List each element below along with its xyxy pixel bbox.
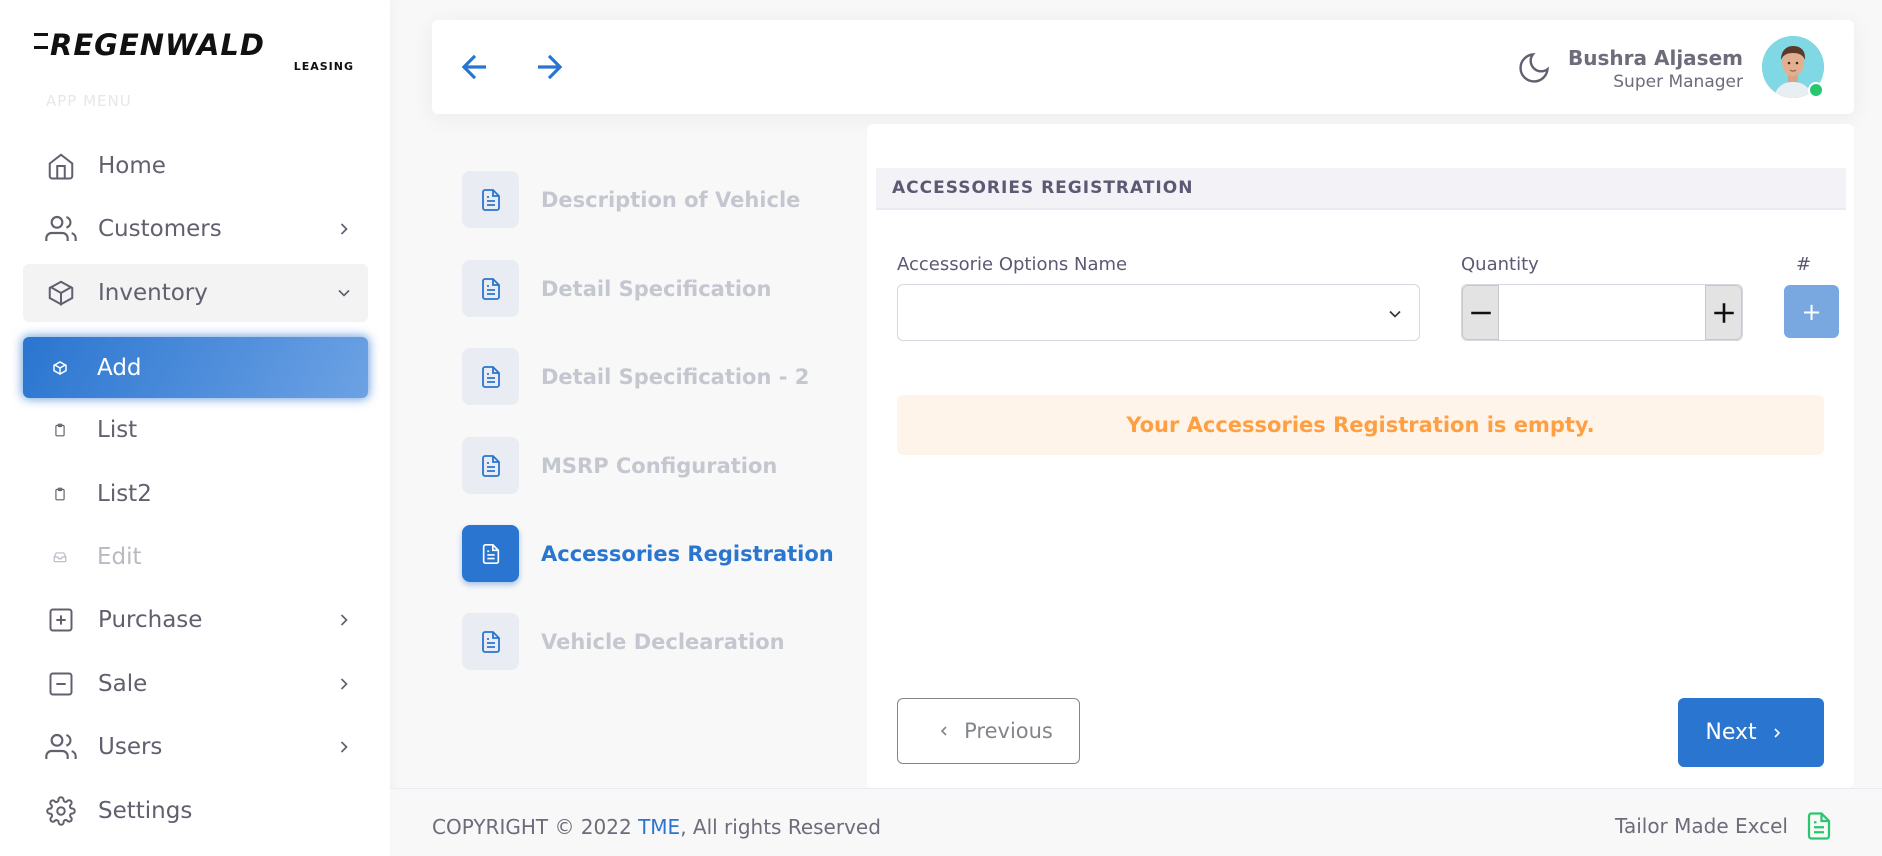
sidebar-item-list2[interactable]: List2 xyxy=(23,465,368,523)
file-text-icon xyxy=(462,260,519,317)
brand-name: REGENWALD xyxy=(34,30,354,60)
step-accessories-registration[interactable]: Accessories Registration xyxy=(462,525,834,582)
file-text-icon xyxy=(462,348,519,405)
footer-brand-text: Tailor Made Excel xyxy=(1615,814,1788,838)
sidebar-item-label: List2 xyxy=(97,481,152,507)
plus-square-icon xyxy=(45,604,77,636)
sidebar-item-list[interactable]: List xyxy=(23,401,368,459)
chevron-right-icon xyxy=(340,678,348,690)
step-label: Description of Vehicle xyxy=(541,187,801,212)
sidebar-item-settings[interactable]: Settings xyxy=(23,782,368,840)
chevron-down-icon xyxy=(1389,310,1401,318)
chevron-left-icon xyxy=(940,726,947,736)
add-symbol: + xyxy=(1801,297,1822,326)
top-navbar: Bushra Aljasem Super Manager xyxy=(432,20,1854,114)
empty-message: Your Accessories Registration is empty. xyxy=(1126,413,1595,437)
file-text-icon xyxy=(462,171,519,228)
minus-icon xyxy=(1470,311,1491,314)
step-label: MSRP Configuration xyxy=(541,453,778,478)
user-role: Super Manager xyxy=(1613,72,1743,92)
moon-icon[interactable] xyxy=(1516,50,1552,86)
chevron-down-icon xyxy=(338,289,350,297)
sidebar-item-label: Inventory xyxy=(98,280,208,306)
sidebar-item-label: Users xyxy=(98,734,163,760)
footer: COPYRIGHT © 2022 TME, All rights Reserve… xyxy=(390,788,1882,856)
footer-brand: Tailor Made Excel xyxy=(1615,809,1834,843)
file-text-icon xyxy=(462,437,519,494)
sidebar-item-add[interactable]: Add xyxy=(23,337,368,398)
file-text-icon xyxy=(462,613,519,670)
arrow-right-icon[interactable] xyxy=(530,48,568,86)
sidebar-item-label: Settings xyxy=(98,798,193,824)
sidebar: REGENWALD LEASING APP MENU Home Customer… xyxy=(0,0,390,856)
chevron-right-icon xyxy=(340,741,348,753)
next-button[interactable]: Next xyxy=(1678,698,1824,767)
sidebar-item-label: List xyxy=(97,417,138,443)
box-icon xyxy=(45,277,77,309)
users-icon xyxy=(45,731,77,763)
online-status-dot xyxy=(1808,82,1824,98)
sidebar-item-sale[interactable]: Sale xyxy=(23,655,368,713)
sidebar-item-inventory[interactable]: Inventory xyxy=(23,264,368,322)
box-icon xyxy=(49,352,71,384)
increment-button[interactable] xyxy=(1705,285,1742,340)
menu-header: APP MENU xyxy=(46,92,132,110)
arrow-left-icon[interactable] xyxy=(456,48,494,86)
sidebar-item-label: Customers xyxy=(98,216,222,242)
plus-icon xyxy=(1713,302,1734,323)
copyright: COPYRIGHT © 2022 TME, All rights Reserve… xyxy=(432,815,881,839)
copyright-link[interactable]: TME xyxy=(638,815,680,839)
sidebar-item-purchase[interactable]: Purchase xyxy=(23,591,368,649)
step-vehicle-declaration[interactable]: Vehicle Declearation xyxy=(462,613,785,670)
quantity-label: Quantity xyxy=(1461,254,1539,275)
sidebar-item-label: Purchase xyxy=(98,607,203,633)
step-label: Accessories Registration xyxy=(541,541,834,566)
step-detail-specification-2[interactable]: Detail Specification - 2 xyxy=(462,348,809,405)
accessory-options-label: Accessorie Options Name xyxy=(897,254,1128,275)
next-label: Next xyxy=(1705,720,1757,745)
users-icon xyxy=(45,213,77,245)
clipboard-icon xyxy=(49,478,71,510)
brand-logo[interactable]: REGENWALD LEASING xyxy=(34,30,354,76)
clipboard-icon xyxy=(49,414,71,446)
previous-label: Previous xyxy=(964,719,1053,743)
sidebar-item-label: Home xyxy=(98,153,166,179)
step-detail-specification[interactable]: Detail Specification xyxy=(462,260,771,317)
minus-square-icon xyxy=(45,668,77,700)
sidebar-item-customers[interactable]: Customers xyxy=(23,200,368,258)
step-label: Detail Specification xyxy=(541,276,772,301)
quantity-stepper[interactable] xyxy=(1461,284,1743,341)
sidebar-item-edit[interactable]: Edit xyxy=(23,528,368,586)
previous-button[interactable]: Previous xyxy=(897,698,1080,764)
copyright-suffix: , All rights Reserved xyxy=(680,815,881,839)
inbox-icon xyxy=(49,541,71,573)
file-text-icon xyxy=(1807,812,1831,840)
accessories-card: ACCESSORIES REGISTRATION Accessorie Opti… xyxy=(867,124,1854,788)
brand-subtitle: LEASING xyxy=(293,60,354,73)
chevron-right-icon xyxy=(340,614,348,626)
home-icon xyxy=(45,150,77,182)
accessory-options-select[interactable] xyxy=(897,284,1420,341)
step-msrp-configuration[interactable]: MSRP Configuration xyxy=(462,437,777,494)
sidebar-item-home[interactable]: Home xyxy=(23,137,368,195)
add-accessory-button[interactable]: + xyxy=(1784,285,1839,338)
file-text-icon xyxy=(462,525,519,582)
sidebar-item-label: Add xyxy=(97,354,142,381)
user-name[interactable]: Bushra Aljasem xyxy=(1568,46,1743,70)
copyright-prefix: COPYRIGHT © 2022 xyxy=(432,815,639,839)
chevron-right-icon xyxy=(1774,727,1780,738)
empty-alert: Your Accessories Registration is empty. xyxy=(897,395,1824,455)
hash-label: # xyxy=(1796,254,1812,275)
sidebar-item-label: Sale xyxy=(98,671,148,697)
sidebar-item-label: Edit xyxy=(97,544,142,570)
step-label: Detail Specification - 2 xyxy=(541,364,810,389)
step-label: Vehicle Declearation xyxy=(541,629,785,654)
sidebar-item-users[interactable]: Users xyxy=(23,718,368,776)
step-description-of-vehicle[interactable]: Description of Vehicle xyxy=(462,171,800,228)
chevron-right-icon xyxy=(340,223,348,235)
section-title: ACCESSORIES REGISTRATION xyxy=(876,168,1846,210)
gear-icon xyxy=(45,795,77,827)
decrement-button[interactable] xyxy=(1462,285,1499,340)
